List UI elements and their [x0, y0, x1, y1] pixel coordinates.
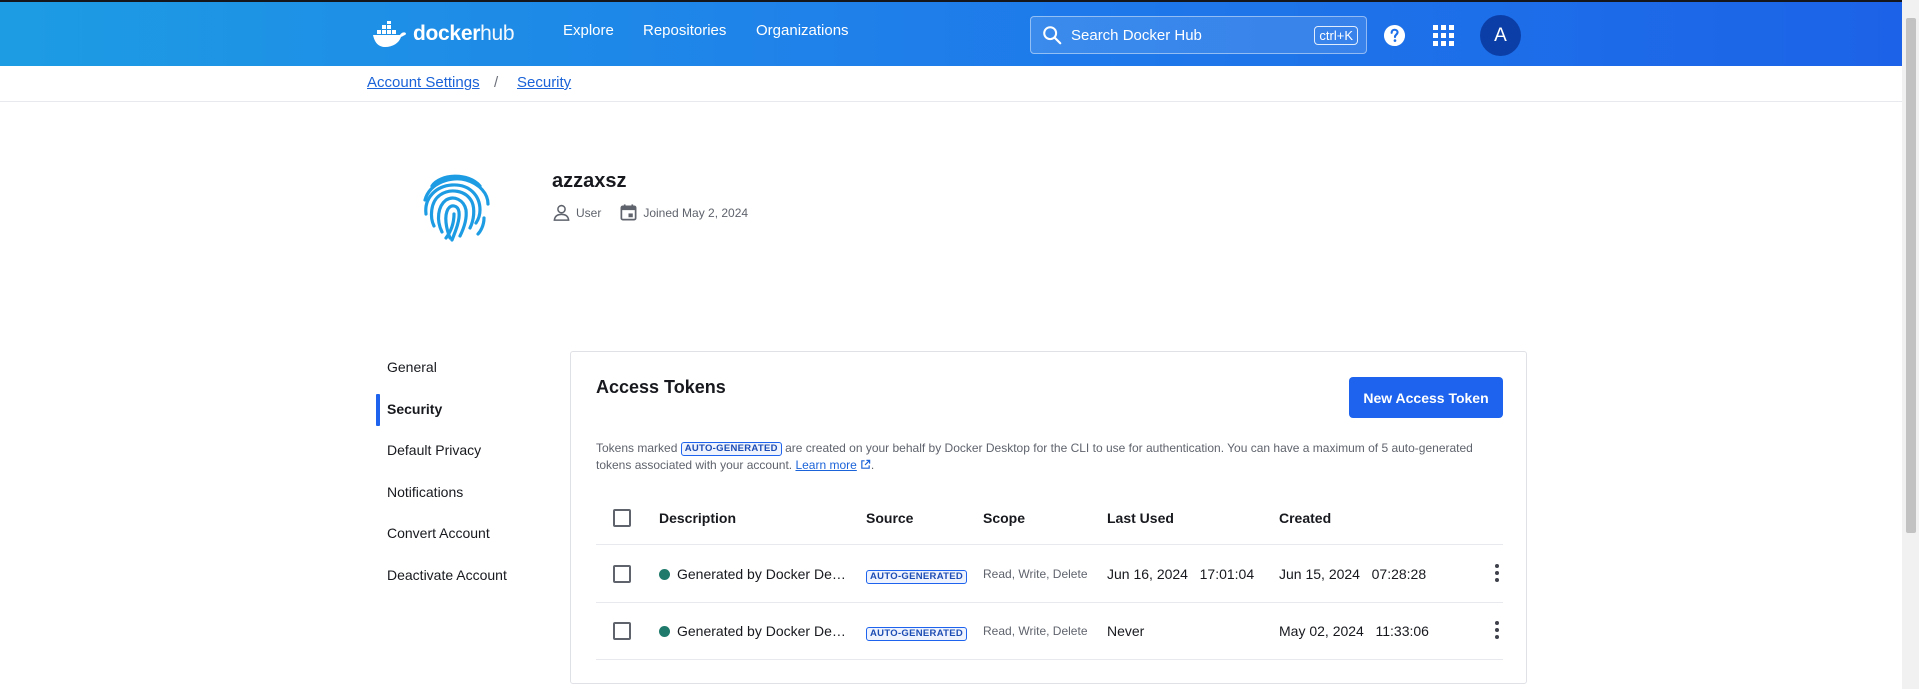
logo-text: dockerhub — [413, 22, 515, 45]
breadcrumb-account-settings[interactable]: Account Settings — [367, 74, 480, 91]
scrollbar-thumb[interactable] — [1906, 18, 1916, 533]
search-shortcut-hint: ctrl+K — [1314, 25, 1358, 45]
column-created[interactable]: Created — [1279, 510, 1331, 526]
auto-generated-badge: AUTO-GENERATED — [680, 442, 782, 456]
sidebar-active-indicator — [376, 394, 380, 426]
fingerprint-icon — [423, 174, 490, 242]
breadcrumb-separator: / — [494, 74, 499, 91]
sidebar-item-notifications[interactable]: Notifications — [387, 484, 463, 500]
more-options-icon[interactable] — [1493, 564, 1501, 584]
user-avatar[interactable]: A — [1480, 15, 1521, 56]
column-description[interactable]: Description — [659, 510, 736, 526]
sidebar-item-deactivate-account[interactable]: Deactivate Account — [387, 567, 507, 583]
row-checkbox[interactable] — [613, 565, 631, 583]
profile-meta: User Joined May 2, 2024 — [552, 203, 766, 222]
breadcrumb-security[interactable]: Security — [517, 74, 571, 91]
column-scope[interactable]: Scope — [983, 510, 1025, 526]
token-source: AUTO-GENERATED — [866, 624, 968, 641]
table-row[interactable]: Generated by Docker De… AUTO-GENERATED R… — [596, 546, 1503, 603]
active-status-dot — [659, 569, 670, 580]
docker-hub-logo[interactable]: dockerhub — [373, 17, 515, 51]
nav-repositories[interactable]: Repositories — [643, 22, 726, 39]
auto-generated-badge: AUTO-GENERATED — [866, 570, 968, 584]
table-header: Description Source Scope Last Used Creat… — [596, 493, 1503, 545]
search-icon — [1043, 26, 1062, 45]
access-tokens-card: Access Tokens New Access Token Tokens ma… — [570, 351, 1527, 684]
profile-joined: Joined May 2, 2024 — [619, 203, 748, 222]
new-access-token-button[interactable]: New Access Token — [1349, 377, 1503, 418]
column-last-used[interactable]: Last Used — [1107, 510, 1174, 526]
breadcrumb: Account Settings / Security — [0, 66, 1902, 102]
sidebar-item-general[interactable]: General — [387, 359, 437, 375]
learn-more-link[interactable]: Learn more — [795, 458, 856, 472]
token-description[interactable]: Generated by Docker De… — [659, 623, 846, 639]
auto-generated-badge: AUTO-GENERATED — [866, 627, 968, 641]
page-scrollbar[interactable] — [1902, 0, 1919, 689]
token-description[interactable]: Generated by Docker De… — [659, 566, 846, 582]
profile-role-label: User — [576, 205, 602, 220]
apps-grid-icon[interactable] — [1433, 25, 1454, 46]
token-created: Jun 15, 2024 07:28:28 — [1279, 566, 1427, 582]
nav-organizations[interactable]: Organizations — [756, 22, 849, 39]
token-scope: Read, Write, Delete — [983, 624, 1088, 638]
token-last-used: Never — [1107, 623, 1145, 639]
access-tokens-title: Access Tokens — [596, 377, 726, 397]
nav-explore[interactable]: Explore — [563, 22, 614, 39]
search-placeholder: Search Docker Hub — [1071, 26, 1202, 44]
profile-role: User — [552, 203, 601, 222]
profile-username: azzaxsz — [552, 170, 627, 192]
external-link-icon — [861, 459, 871, 469]
help-icon[interactable] — [1383, 24, 1406, 47]
search-input[interactable]: Search Docker Hub ctrl+K — [1030, 16, 1367, 54]
token-created: May 02, 2024 11:33:06 — [1279, 623, 1429, 639]
profile-joined-date: Joined May 2, 2024 — [643, 205, 749, 220]
user-icon — [553, 204, 570, 221]
token-source: AUTO-GENERATED — [866, 567, 968, 584]
more-options-icon[interactable] — [1493, 621, 1501, 641]
tokens-info-text: Tokens marked AUTO-GENERATED are created… — [596, 441, 1473, 472]
select-all-checkbox[interactable] — [613, 509, 631, 527]
table-row[interactable]: Generated by Docker De… AUTO-GENERATED R… — [596, 603, 1503, 660]
row-checkbox[interactable] — [613, 622, 631, 640]
calendar-icon — [620, 204, 637, 221]
column-source[interactable]: Source — [866, 510, 913, 526]
token-last-used: Jun 16, 2024 17:01:04 — [1107, 566, 1255, 582]
sidebar-item-security[interactable]: Security — [387, 401, 442, 417]
sidebar-item-convert-account[interactable]: Convert Account — [387, 525, 490, 541]
active-status-dot — [659, 626, 670, 637]
sidebar-item-default-privacy[interactable]: Default Privacy — [387, 442, 481, 458]
token-scope: Read, Write, Delete — [983, 567, 1088, 581]
docker-whale-icon — [373, 21, 406, 47]
top-navigation-bar: dockerhub Explore Repositories Organizat… — [0, 0, 1902, 66]
